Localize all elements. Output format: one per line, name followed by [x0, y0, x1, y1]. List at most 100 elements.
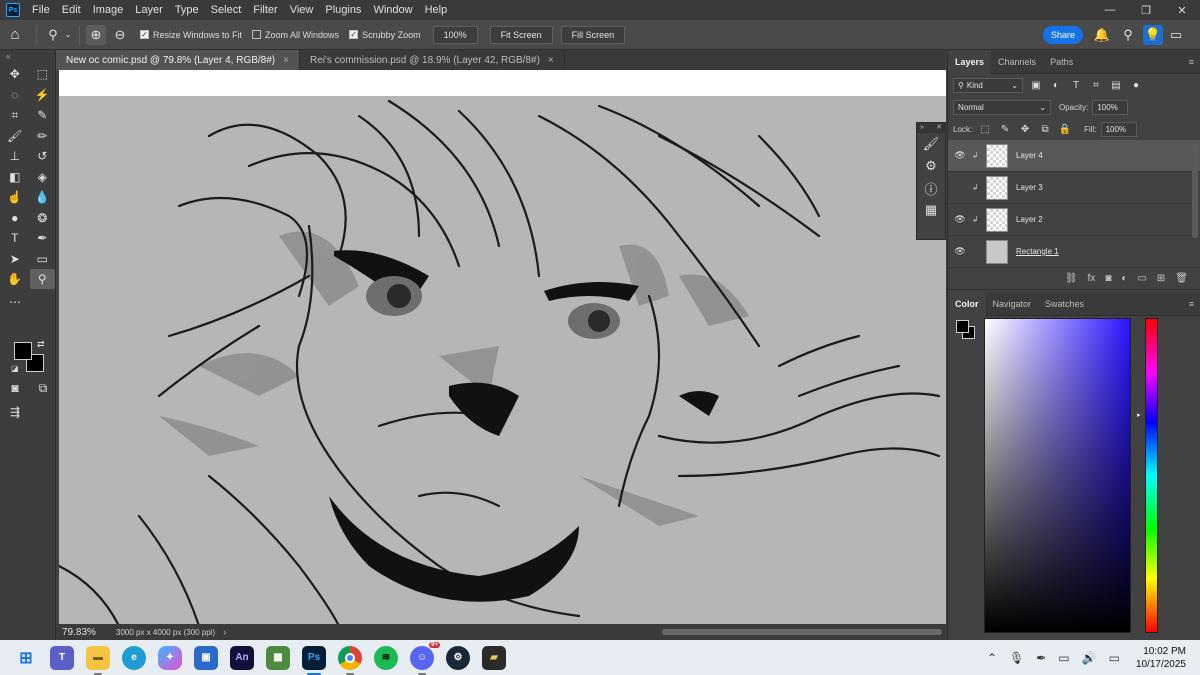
clock[interactable]: 10:02 PM 10/17/2025 [1136, 645, 1186, 671]
opacity-field[interactable]: 100% [1092, 99, 1129, 115]
collapse-toolbar-icon[interactable]: « [0, 50, 55, 64]
rectangle-tool-icon[interactable]: ▭ [30, 249, 56, 269]
layer-name[interactable]: Layer 2 [1016, 215, 1043, 224]
blur-tool-icon[interactable]: 💧 [30, 187, 56, 207]
edit-toolbar-icon[interactable]: ⇶ [2, 402, 28, 422]
brush-tool-icon[interactable]: 🖌 [2, 126, 28, 146]
tab-navigator[interactable]: Navigator [986, 292, 1039, 316]
minimize-button[interactable]: — [1092, 0, 1128, 20]
menu-view[interactable]: View [284, 0, 320, 20]
tab-swatches[interactable]: Swatches [1038, 292, 1091, 316]
restore-button[interactable]: ❐ [1128, 0, 1164, 20]
marquee-tool-icon[interactable]: ⬚ [30, 64, 56, 84]
menu-plugins[interactable]: Plugins [319, 0, 367, 20]
app-icon[interactable]: ▰ [482, 645, 506, 670]
eye-icon[interactable]: 👁 [948, 150, 972, 161]
copilot-icon[interactable]: ✦ [158, 645, 182, 670]
menu-image[interactable]: Image [87, 0, 130, 20]
workspace-icon[interactable]: ▭ [1166, 25, 1186, 45]
crop-tool-icon[interactable]: ⌗ [2, 105, 28, 125]
hue-slider-handle[interactable]: ▸ [1137, 411, 1141, 419]
discord-icon[interactable]: ☺ 9+ [410, 641, 440, 675]
eyedropper-tool-icon[interactable]: ✎ [30, 105, 56, 125]
search-icon[interactable]: ⚲ [1118, 25, 1138, 45]
layer-thumbnail[interactable] [986, 207, 1008, 232]
tab-paths[interactable]: Paths [1043, 50, 1080, 74]
fill-screen-button[interactable]: Fill Screen [560, 25, 626, 44]
adjustment-layer-icon[interactable]: ◐ [1121, 273, 1127, 284]
discover-lightbulb-icon[interactable]: 💡 [1143, 25, 1163, 45]
steam-icon[interactable]: ⚙ [446, 645, 470, 670]
adjustment-filter-icon[interactable]: ◐ [1049, 78, 1063, 92]
histogram-icon[interactable]: ▦ [917, 199, 945, 221]
artwork-sketch[interactable] [59, 96, 946, 625]
quick-mask-icon[interactable]: ◙ [2, 378, 28, 398]
spotify-icon[interactable]: ≋ [374, 645, 398, 670]
eye-icon[interactable]: 👁 [948, 214, 972, 225]
fill-field[interactable]: 100% [1100, 121, 1137, 137]
layer-row[interactable]: ↲ Layer 3 [948, 172, 1200, 204]
new-layer-icon[interactable]: ⊞ [1157, 273, 1165, 284]
resize-windows-checkbox[interactable]: ✓ Resize Windows to Fit [140, 30, 242, 40]
expand-icon[interactable]: » [920, 123, 924, 133]
zoom-in-icon[interactable]: ⊕ [86, 24, 106, 45]
shape-filter-icon[interactable]: ⌗ [1089, 78, 1103, 92]
fit-screen-button[interactable]: Fit Screen [489, 25, 553, 44]
move-tool-icon[interactable]: ✥ [2, 64, 28, 84]
canvas[interactable] [59, 70, 946, 625]
zoom-value-field[interactable]: 100% [432, 25, 478, 44]
default-colors-icon[interactable]: ◪ [11, 364, 19, 373]
layer-row[interactable]: 👁 ↲ Layer 2 [948, 204, 1200, 236]
smudge-tool-icon[interactable]: ☝ [2, 187, 28, 207]
eraser-tool-icon[interactable]: ◧ [2, 167, 28, 187]
sponge-tool-icon[interactable]: ❂ [30, 208, 56, 228]
panel-menu-icon[interactable]: ≡ [1189, 299, 1194, 309]
more-tools-icon[interactable]: ⋯ [2, 292, 28, 312]
type-filter-icon[interactable]: T [1069, 78, 1083, 92]
teams-icon[interactable]: T [50, 645, 74, 670]
close-tab-icon[interactable]: × [283, 55, 289, 66]
zoom-tool-icon[interactable]: ⚲ [29, 269, 55, 290]
kind-filter-select[interactable]: ⚲ Kind ⌄ [953, 77, 1023, 93]
zoom-tool-preset-icon[interactable]: ⚲ [43, 25, 63, 45]
windows-start-icon[interactable]: ⊞ [14, 646, 38, 670]
battery-icon[interactable]: ▭ [1109, 651, 1120, 665]
minecraft-icon[interactable]: ▦ [266, 645, 290, 670]
menu-type[interactable]: Type [169, 0, 205, 20]
close-button[interactable]: ✕ [1164, 0, 1200, 20]
filter-toggle-icon[interactable]: ● [1129, 78, 1143, 92]
color-picker-field[interactable] [984, 318, 1131, 633]
panel-menu-icon[interactable]: ≡ [1189, 57, 1194, 67]
monitor-icon[interactable]: ▭ [1058, 651, 1069, 665]
brush-settings-icon[interactable]: 🖌 [917, 133, 945, 155]
menu-layer[interactable]: Layer [129, 0, 169, 20]
chevron-down-icon[interactable]: ⌄ [63, 25, 73, 45]
hand-tool-icon[interactable]: ✋ [2, 269, 28, 289]
menu-help[interactable]: Help [419, 0, 454, 20]
swap-colors-icon[interactable]: ⇄ [37, 339, 45, 350]
volume-icon[interactable]: 🔊 [1082, 651, 1097, 665]
edge-icon[interactable]: e [122, 645, 146, 670]
lock-transparency-icon[interactable]: ⬚ [978, 122, 992, 136]
blend-mode-select[interactable]: Normal ⌄ [953, 99, 1051, 115]
menu-window[interactable]: Window [367, 0, 418, 20]
info-icon[interactable]: ⓘ [917, 177, 945, 199]
lock-all-icon[interactable]: 🔒 [1058, 122, 1072, 136]
screen-mode-icon[interactable]: ⧉ [30, 378, 56, 398]
layer-style-icon[interactable]: fx [1088, 273, 1096, 284]
tab-channels[interactable]: Channels [991, 50, 1043, 74]
menu-select[interactable]: Select [205, 0, 248, 20]
panel-dock-header[interactable]: » ✕ [917, 123, 945, 133]
document-tab[interactable]: New oc comic.psd @ 79.8% (Layer 4, RGB/8… [56, 50, 300, 70]
color-foreground-swatch[interactable] [956, 320, 969, 333]
layers-scrollbar[interactable] [1192, 146, 1198, 238]
lock-pixels-icon[interactable]: ✎ [998, 122, 1012, 136]
horizontal-scrollbar[interactable] [662, 629, 942, 635]
trash-icon[interactable]: 🗑 [1175, 273, 1188, 284]
layer-thumbnail[interactable] [986, 239, 1008, 264]
microsoft-store-icon[interactable]: ▣ [194, 645, 218, 670]
smart-object-filter-icon[interactable]: ▤ [1109, 78, 1123, 92]
scrubby-zoom-checkbox[interactable]: ✓ Scrubby Zoom [349, 30, 421, 40]
animate-icon[interactable]: An [230, 645, 254, 670]
magic-wand-tool-icon[interactable]: ⚡ [30, 85, 56, 105]
